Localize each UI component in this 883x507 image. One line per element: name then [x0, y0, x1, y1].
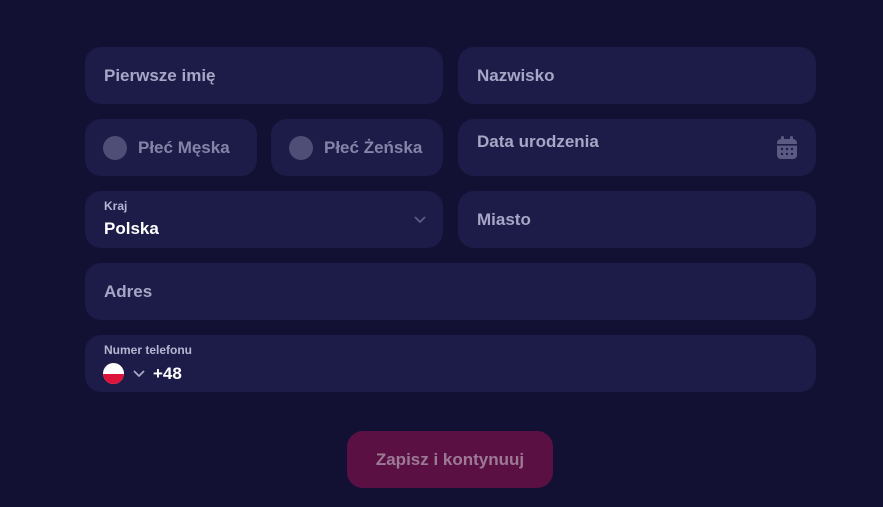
birth-date-field[interactable]: Data urodzenia	[458, 119, 816, 176]
radio-female-circle	[289, 135, 313, 160]
first-name-placeholder: Pierwsze imię	[104, 65, 216, 85]
first-name-field[interactable]: Pierwsze imię	[85, 47, 443, 104]
country-value: Polska	[104, 219, 159, 238]
phone-field[interactable]: Numer telefonu +48	[85, 335, 816, 392]
city-field[interactable]: Miasto	[458, 191, 816, 248]
radio-male-circle	[103, 135, 127, 160]
calendar-icon[interactable]	[776, 135, 798, 160]
chevron-down-icon	[414, 216, 426, 223]
last-name-field[interactable]: Nazwisko	[458, 47, 816, 104]
gender-male-radio[interactable]: Płeć Męska	[85, 119, 257, 176]
birth-date-placeholder: Data urodzenia	[477, 132, 599, 151]
gender-female-label: Płeć Żeńska	[324, 137, 423, 157]
country-label: Kraj	[104, 199, 128, 213]
phone-prefix: +48	[153, 364, 182, 383]
poland-flag-icon[interactable]	[103, 363, 124, 384]
country-select[interactable]: Kraj Polska	[85, 191, 443, 248]
save-continue-button[interactable]: Zapisz i kontynuuj	[347, 431, 553, 488]
last-name-placeholder: Nazwisko	[477, 65, 555, 85]
address-field[interactable]: Adres	[85, 263, 816, 320]
chevron-down-icon[interactable]	[133, 370, 145, 378]
gender-female-radio[interactable]: Płeć Żeńska	[271, 119, 443, 176]
city-placeholder: Miasto	[477, 209, 531, 229]
address-placeholder: Adres	[104, 281, 153, 301]
gender-male-label: Płeć Męska	[138, 137, 230, 157]
phone-label: Numer telefonu	[104, 343, 193, 357]
